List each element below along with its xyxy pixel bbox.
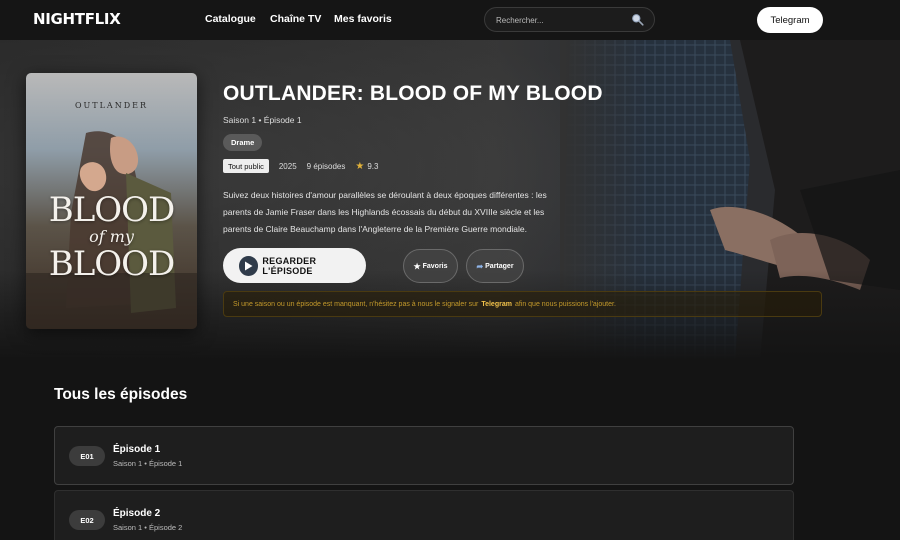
share-label: Partager	[485, 262, 514, 270]
genre-badge[interactable]: Drame	[223, 134, 263, 151]
episode-title: Épisode 1	[113, 444, 161, 455]
share-button[interactable]: ➦ Partager	[466, 249, 524, 283]
telegram-button[interactable]: Telegram	[757, 7, 823, 33]
score: ★ 9.3	[355, 161, 378, 172]
episode-row[interactable]: E02 Épisode 2 Saison 1 • Épisode 2	[54, 490, 794, 540]
episode-meta: Saison 1 • Épisode 2	[113, 523, 183, 532]
show-subtitle: Saison 1 • Épisode 1	[223, 115, 302, 125]
poster-title-line: BLOOD	[48, 190, 176, 230]
missing-episode-notice: Si une saison ou un épisode est manquant…	[223, 291, 822, 317]
poster-title: BLOOD of my BLOOD	[26, 193, 197, 281]
top-navbar: NIGHTFLIX Catalogue Chaîne TV Mes favori…	[0, 0, 900, 40]
favorite-label: Favoris	[422, 262, 448, 270]
episodes-heading: Tous les épisodes	[54, 386, 188, 403]
nav-catalogue[interactable]: Catalogue	[205, 13, 256, 25]
episode-count: 9 épisodes	[306, 161, 346, 171]
star-icon: ★	[355, 160, 365, 172]
age-rating-badge: Tout public	[223, 159, 269, 173]
share-icon: ➦	[476, 261, 484, 271]
release-year: 2025	[278, 161, 297, 171]
site-logo[interactable]: NIGHTFLIX	[33, 10, 121, 28]
search-box	[484, 7, 655, 32]
score-value: 9.3	[367, 161, 379, 171]
search-input[interactable]	[496, 13, 626, 27]
episode-meta: Saison 1 • Épisode 1	[113, 459, 183, 468]
notice-text: Si une saison ou un épisode est manquant…	[233, 300, 479, 308]
play-icon	[239, 255, 259, 276]
play-label: REGARDER L'ÉPISODE	[262, 255, 317, 276]
poster-brand: OUTLANDER	[74, 101, 148, 110]
episode-title: Épisode 2	[113, 508, 161, 519]
show-title: OUTLANDER: BLOOD OF MY BLOOD	[223, 82, 603, 105]
show-poster: OUTLANDER BLOOD of my BLOOD	[26, 73, 197, 329]
star-icon: ★	[413, 261, 421, 271]
poster-title-line: of my	[89, 227, 134, 246]
episode-row[interactable]: E01 Épisode 1 Saison 1 • Épisode 1	[54, 426, 794, 485]
episode-code-badge: E01	[69, 446, 105, 466]
show-description: Suivez deux histoires d'amour parallèles…	[223, 190, 547, 234]
search-icon[interactable]	[631, 13, 644, 26]
show-meta: Tout public 2025 9 épisodes ★ 9.3	[223, 159, 378, 173]
notice-telegram-link[interactable]: Telegram	[481, 301, 512, 308]
favorite-button[interactable]: ★ Favoris	[403, 249, 458, 283]
episode-code-badge: E02	[69, 510, 105, 530]
nav-favorites[interactable]: Mes favoris	[334, 13, 392, 25]
play-episode-button[interactable]: REGARDER L'ÉPISODE	[223, 248, 366, 283]
nav-tv-channel[interactable]: Chaîne TV	[270, 13, 321, 25]
notice-text-end: afin que nous puissions l'ajouter.	[514, 300, 616, 308]
poster-title-line: BLOOD	[48, 244, 176, 284]
